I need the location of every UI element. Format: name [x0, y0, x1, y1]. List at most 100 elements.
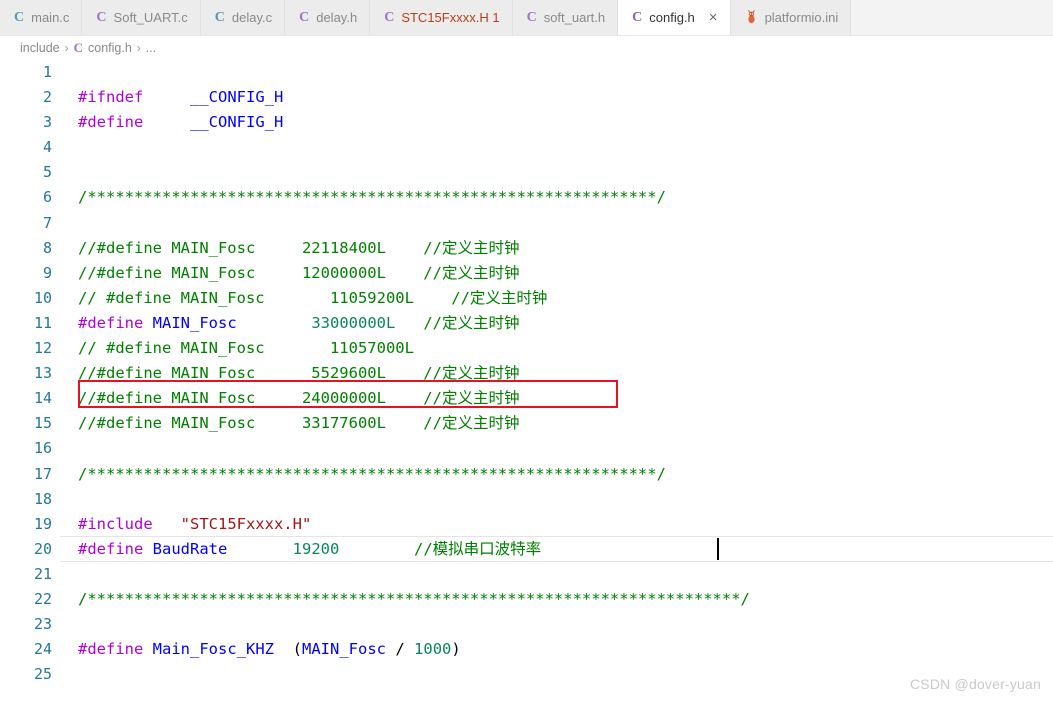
- code-token: //定义主时钟: [423, 313, 520, 332]
- line-number: 21: [33, 564, 52, 583]
- breadcrumb-item-symbols[interactable]: ...: [146, 41, 156, 55]
- code-token: /***************************************…: [78, 188, 666, 207]
- line-number: 2: [42, 88, 52, 107]
- code-token: MAIN_Fosc: [302, 640, 387, 659]
- code-line-content: //#define MAIN_Fosc 22118400L //定义主时钟: [78, 236, 519, 261]
- code-token: #define: [78, 113, 144, 132]
- breadcrumb-item-file[interactable]: config.h: [88, 41, 132, 55]
- code-line[interactable]: 1: [0, 60, 1053, 85]
- code-editor[interactable]: 1 2 #ifndef __CONFIG_H 3 #define __CONFIG_H 4…: [0, 60, 1053, 702]
- line-number: 7: [42, 213, 52, 232]
- code-line[interactable]: 10 // #define MAIN_Fosc 11059200L //定义主时钟: [0, 286, 1053, 311]
- line-number: 20: [33, 539, 52, 558]
- line-number: 11: [33, 313, 52, 332]
- code-line[interactable]: 8 //#define MAIN_Fosc 22118400L //定义主时钟: [0, 236, 1053, 261]
- code-token: (: [292, 640, 303, 659]
- code-line[interactable]: 14 //#define MAIN_Fosc 24000000L //定义主时钟: [0, 386, 1053, 411]
- code-line-content: // #define MAIN_Fosc 11059200L //定义主时钟: [78, 286, 547, 311]
- breadcrumb-item-folder[interactable]: include: [20, 41, 60, 55]
- watermark: CSDN @dover-yuan: [909, 676, 1041, 692]
- code-token: #define: [78, 539, 144, 558]
- line-number: 15: [33, 414, 52, 433]
- code-line[interactable]: 20 #define BaudRate 19200 //模拟串口波特率: [0, 537, 1053, 562]
- line-number: 8: [42, 238, 52, 257]
- code-line[interactable]: 15 //#define MAIN_Fosc 33177600L //定义主时钟: [0, 411, 1053, 436]
- code-line[interactable]: 5: [0, 160, 1053, 185]
- editor-tab-main[interactable]: Cmain.c: [0, 0, 83, 35]
- line-number: 14: [33, 389, 52, 408]
- line-number: 18: [33, 489, 52, 508]
- code-line[interactable]: 3 #define __CONFIG_H: [0, 110, 1053, 135]
- code-line[interactable]: 2 #ifndef __CONFIG_H: [0, 85, 1053, 110]
- code-token: __CONFIG_H: [190, 113, 284, 132]
- code-token: MAIN_Fosc: [152, 313, 237, 332]
- code-line[interactable]: 25: [0, 662, 1053, 687]
- line-number: 3: [42, 113, 52, 132]
- editor-tab-soft_uart[interactable]: C Soft_UART.c: [82, 0, 201, 35]
- code-line[interactable]: 24 #define Main_Fosc_KHZ (MAIN_Fosc / 100…: [0, 637, 1053, 662]
- line-number: 6: [42, 188, 52, 207]
- platformio-ant-icon: [745, 9, 758, 26]
- code-line[interactable]: 22 /*************************************…: [0, 587, 1053, 612]
- code-token: 33000000L: [311, 313, 396, 332]
- code-token: //#define MAIN_Fosc 22118400L //定义主时钟: [78, 238, 520, 257]
- code-line[interactable]: 16: [0, 436, 1053, 461]
- code-line[interactable]: 13 //#define MAIN_Fosc 5529600L //定义主时钟: [0, 361, 1053, 386]
- line-number: 5: [42, 163, 52, 182]
- code-token: /***************************************…: [78, 589, 750, 608]
- code-line[interactable]: 18: [0, 487, 1053, 512]
- code-token: //#define MAIN_Fosc 24000000L //定义主时钟: [78, 389, 520, 408]
- editor-tab-stc15fxxxx[interactable]: C STC15Fxxxx.H 1: [370, 0, 513, 35]
- code-line[interactable]: 12 // #define MAIN_Fosc 11057000L: [0, 336, 1053, 361]
- code-line[interactable]: 7: [0, 211, 1053, 236]
- code-line[interactable]: 23: [0, 612, 1053, 637]
- editor-tab-soft_uart[interactable]: Csoft_uart.h: [512, 0, 619, 35]
- code-token: #ifndef: [78, 88, 144, 107]
- code-token: // #define MAIN_Fosc 11057000L: [78, 339, 414, 358]
- line-number: 9: [42, 263, 52, 282]
- c-file-icon: C: [299, 9, 310, 25]
- code-line[interactable]: 21: [0, 562, 1053, 587]
- code-token: //#define MAIN_Fosc 5529600L //定义主时钟: [78, 364, 520, 383]
- code-token: #include: [78, 514, 153, 533]
- editor-tab-label: delay.h: [316, 10, 358, 25]
- line-number: 24: [33, 640, 52, 659]
- editor-tab-delay[interactable]: Cdelay.c: [200, 0, 286, 35]
- code-line-content: #define BaudRate 19200 //模拟串口波特率: [78, 537, 541, 562]
- editor-tab-label: main.c: [31, 10, 70, 25]
- code-token: "STC15Fxxxx.H": [180, 514, 312, 533]
- close-icon[interactable]: ×: [709, 10, 718, 25]
- code-line[interactable]: 11 #define MAIN_Fosc 33000000L //定义主时钟: [0, 311, 1053, 336]
- line-number: 4: [42, 138, 52, 157]
- editor-tab-platformio[interactable]: platformio.ini: [730, 0, 852, 35]
- editor-tab-config[interactable]: Cconfig.h ×: [618, 0, 731, 35]
- c-file-icon: C: [214, 9, 225, 25]
- editor-tab-label: platformio.ini: [764, 10, 839, 25]
- editor-tab-label: config.h: [649, 10, 695, 25]
- breadcrumb-separator-icon: ›: [136, 40, 141, 55]
- editor-tab-label: soft_uart.h: [543, 10, 606, 25]
- code-line[interactable]: 17 /*************************************…: [0, 462, 1053, 487]
- text-cursor: [717, 538, 719, 560]
- code-line-content: #include "STC15Fxxxx.H": [78, 512, 311, 537]
- line-number: 12: [33, 339, 52, 358]
- code-line[interactable]: 4: [0, 135, 1053, 160]
- code-line-content: #ifndef __CONFIG_H: [78, 85, 283, 110]
- line-number: 1: [42, 63, 52, 81]
- code-line[interactable]: 19 #include "STC15Fxxxx.H": [0, 512, 1053, 537]
- editor-tab-delay[interactable]: Cdelay.h: [285, 0, 371, 35]
- line-number: 10: [33, 288, 52, 307]
- code-token: /: [395, 640, 405, 659]
- code-line[interactable]: 9 //#define MAIN_Fosc 12000000L //定义主时钟: [0, 261, 1053, 286]
- line-number: 22: [33, 589, 52, 608]
- code-line[interactable]: 6 /**************************************…: [0, 185, 1053, 210]
